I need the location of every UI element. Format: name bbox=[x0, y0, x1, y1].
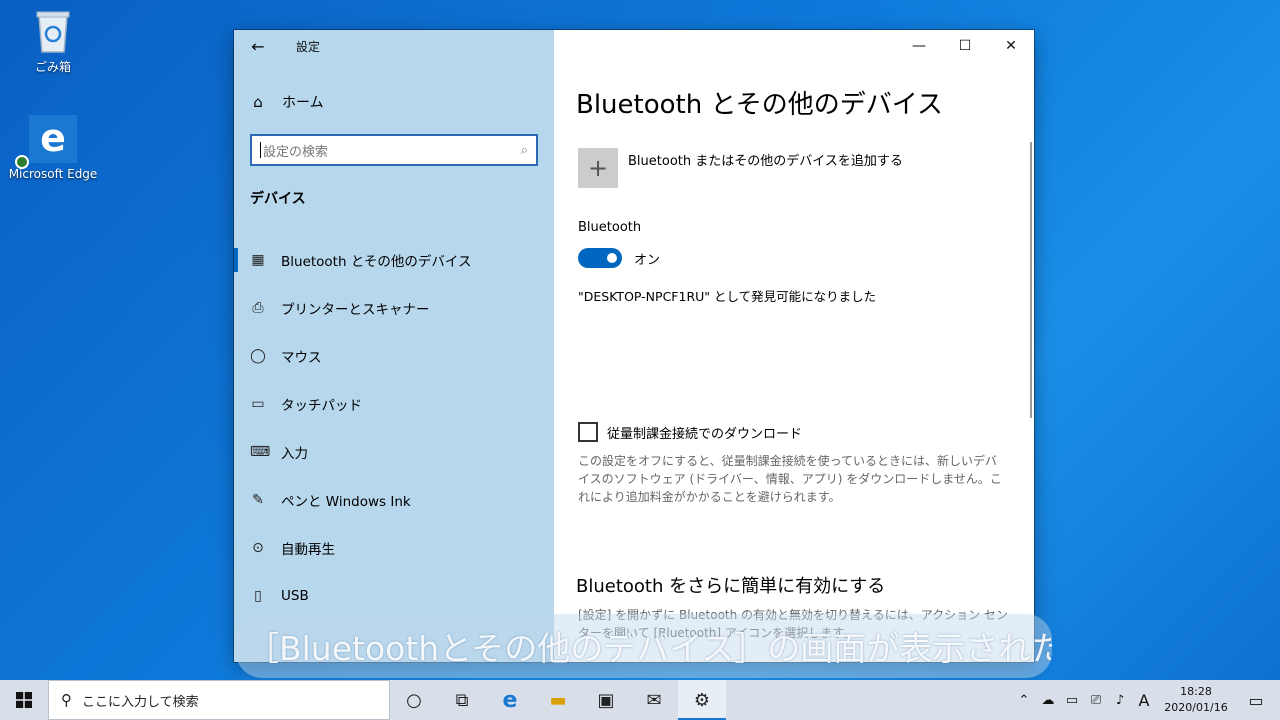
desktop-icon-recycle-bin[interactable]: ごみ箱 bbox=[8, 8, 98, 75]
settings-icon[interactable]: ⚙ bbox=[678, 680, 726, 720]
clock[interactable]: 18:28 2020/01/16 bbox=[1160, 684, 1232, 716]
network-icon[interactable]: ⎚ bbox=[1084, 693, 1108, 708]
bluetooth-devices-icon: ▦ bbox=[251, 252, 265, 268]
metered-description: この設定をオフにすると、従量制課金接続を使っているときには、新しいデバイスのソフ… bbox=[578, 454, 1002, 504]
add-device-button[interactable]: + Bluetooth またはその他のデバイスを追加する bbox=[578, 148, 903, 188]
ime-icon[interactable]: A bbox=[1132, 691, 1156, 710]
toggle-state-text: オン bbox=[634, 252, 661, 268]
section-title: デバイス bbox=[250, 191, 306, 207]
bluetooth-toggle[interactable] bbox=[578, 248, 622, 268]
clock-date: 2020/01/16 bbox=[1164, 701, 1228, 714]
quick-enable-heading: Bluetooth をさらに簡単に有効にする bbox=[576, 576, 886, 597]
notification-icon[interactable]: ▭ bbox=[1232, 691, 1280, 710]
sidebar-item-usb[interactable]: ▯ USB bbox=[234, 572, 554, 620]
main-content: — ☐ ✕ Bluetooth とその他のデバイス + Bluetooth また… bbox=[554, 30, 1034, 662]
store-icon[interactable]: ▣ bbox=[582, 680, 630, 720]
search-icon: ⚲ bbox=[61, 691, 72, 709]
taskbar-search-input[interactable]: ⚲ ここに入力して検索 bbox=[48, 680, 390, 720]
sidebar-item-mouse[interactable]: ◯ マウス bbox=[234, 332, 554, 380]
search-icon[interactable]: ⌕ bbox=[521, 143, 528, 158]
recycle-bin-icon bbox=[33, 8, 73, 54]
metered-checkbox[interactable] bbox=[578, 422, 598, 442]
settings-search-input[interactable]: 設定の検索 ⌕ bbox=[250, 134, 538, 166]
shortcut-check-icon bbox=[15, 155, 29, 169]
edge-icon[interactable]: e bbox=[486, 680, 534, 720]
clock-time: 18:28 bbox=[1180, 685, 1212, 698]
back-arrow-icon: ← bbox=[251, 36, 265, 56]
video-caption: ［Bluetoothとその他のデバイス］の画面が表示された bbox=[236, 614, 1052, 678]
system-tray: ⌃ ☁ ▭ ⎚ ♪ A 18:28 2020/01/16 ▭ bbox=[1012, 680, 1280, 720]
window-title: 設定 bbox=[296, 39, 321, 54]
metered-label: 従量制課金接続でのダウンロード bbox=[607, 426, 803, 442]
sidebar-item-label: プリンターとスキャナー bbox=[281, 302, 430, 318]
cortana-icon[interactable]: ○ bbox=[390, 680, 438, 720]
sidebar: ← 設定 ⌂ ホーム 設定の検索 ⌕ デバイス ▦ Bluetooth とその他… bbox=[234, 30, 554, 662]
page-title: Bluetooth とその他のデバイス bbox=[576, 90, 943, 120]
task-view-icon[interactable]: ⧉ bbox=[438, 680, 486, 720]
settings-window: ← 設定 ⌂ ホーム 設定の検索 ⌕ デバイス ▦ Bluetooth とその他… bbox=[234, 30, 1034, 662]
title-bar: ← 設定 bbox=[234, 30, 554, 62]
scrollbar[interactable] bbox=[1030, 142, 1032, 418]
start-button[interactable] bbox=[0, 680, 48, 720]
sidebar-item-label: ペンと Windows Ink bbox=[281, 494, 411, 510]
metered-download-option[interactable]: 従量制課金接続でのダウンロード bbox=[578, 422, 802, 442]
onedrive-icon[interactable]: ☁ bbox=[1036, 693, 1060, 708]
discoverable-text: "DESKTOP-NPCF1RU" として発見可能になりました bbox=[578, 289, 877, 304]
sidebar-item-label: マウス bbox=[281, 350, 322, 366]
sidebar-item-label: 入力 bbox=[281, 446, 308, 462]
sidebar-nav: ▦ Bluetooth とその他のデバイス ⎙ プリンターとスキャナー ◯ マウ… bbox=[234, 236, 554, 620]
bluetooth-toggle-row: オン bbox=[578, 248, 660, 268]
sidebar-item-label: USB bbox=[281, 588, 309, 604]
back-button[interactable]: ← bbox=[234, 30, 282, 62]
sidebar-item-printers[interactable]: ⎙ プリンターとスキャナー bbox=[234, 284, 554, 332]
sidebar-item-typing[interactable]: ⌨ 入力 bbox=[234, 428, 554, 476]
battery-icon[interactable]: ▭ bbox=[1060, 693, 1084, 708]
sidebar-item-label: Bluetooth とその他のデバイス bbox=[281, 254, 472, 270]
sidebar-item-pen[interactable]: ✎ ペンと Windows Ink bbox=[234, 476, 554, 524]
sidebar-item-touchpad[interactable]: ▭ タッチパッド bbox=[234, 380, 554, 428]
minimize-button[interactable]: — bbox=[896, 30, 942, 62]
windows-logo-icon bbox=[16, 692, 32, 708]
volume-icon[interactable]: ♪ bbox=[1108, 693, 1132, 708]
search-placeholder: 設定の検索 bbox=[263, 144, 329, 160]
usb-icon: ▯ bbox=[254, 588, 262, 604]
autoplay-icon: ⊙ bbox=[252, 540, 264, 556]
text-caret bbox=[260, 142, 261, 158]
desktop-icon-edge[interactable]: e Microsoft Edge bbox=[8, 115, 98, 181]
window-controls: — ☐ ✕ bbox=[896, 30, 1034, 62]
mail-icon[interactable]: ✉ bbox=[630, 680, 678, 720]
edge-label: Microsoft Edge bbox=[8, 167, 98, 181]
file-explorer-icon[interactable]: ▬ bbox=[534, 680, 582, 720]
chevron-up-icon[interactable]: ⌃ bbox=[1012, 693, 1036, 708]
bluetooth-label: Bluetooth bbox=[578, 220, 642, 235]
toggle-knob bbox=[607, 253, 617, 263]
sidebar-item-autoplay[interactable]: ⊙ 自動再生 bbox=[234, 524, 554, 572]
home-icon: ⌂ bbox=[253, 93, 263, 111]
recycle-bin-label: ごみ箱 bbox=[34, 60, 71, 74]
edge-icon: e bbox=[15, 115, 77, 169]
keyboard-icon: ⌨ bbox=[250, 444, 271, 460]
mouse-icon: ◯ bbox=[250, 348, 266, 364]
touchpad-icon: ▭ bbox=[251, 396, 265, 412]
taskbar-search-placeholder: ここに入力して検索 bbox=[82, 694, 199, 710]
maximize-button[interactable]: ☐ bbox=[942, 30, 988, 62]
home-link[interactable]: ⌂ ホーム bbox=[250, 92, 324, 112]
plus-icon: + bbox=[578, 148, 618, 188]
sidebar-item-label: 自動再生 bbox=[281, 542, 335, 558]
printer-icon: ⎙ bbox=[252, 300, 264, 316]
home-label: ホーム bbox=[282, 95, 324, 111]
sidebar-item-label: タッチパッド bbox=[281, 398, 362, 414]
add-device-label: Bluetooth またはその他のデバイスを追加する bbox=[628, 154, 903, 169]
close-button[interactable]: ✕ bbox=[988, 30, 1034, 62]
pen-icon: ✎ bbox=[252, 492, 264, 508]
taskbar: ⚲ ここに入力して検索 ○ ⧉ e ▬ ▣ ✉ ⚙ ⌃ ☁ ▭ ⎚ ♪ A 18… bbox=[0, 680, 1280, 720]
sidebar-item-bluetooth[interactable]: ▦ Bluetooth とその他のデバイス bbox=[234, 236, 554, 284]
